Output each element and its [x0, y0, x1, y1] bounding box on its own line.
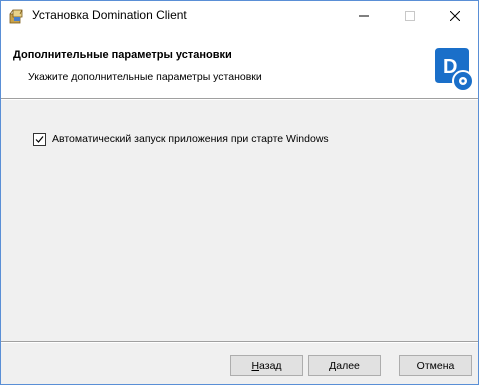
next-button[interactable]: Далее: [308, 355, 381, 376]
window-title: Установка Domination Client: [32, 8, 187, 22]
next-button-mnemonic: Д: [329, 359, 337, 372]
installer-window: Установка Domination Client Дополнительн…: [0, 0, 479, 385]
next-button-label: алее: [336, 359, 360, 372]
checkmark-icon: [35, 135, 44, 143]
header-band: [1, 32, 478, 98]
footer-divider: [1, 341, 478, 343]
installer-package-icon: [8, 8, 25, 25]
option-autostart[interactable]: Автоматический запуск приложения при ста…: [33, 131, 329, 147]
cancel-button-label: Отмена: [416, 359, 455, 372]
autostart-label[interactable]: Автоматический запуск приложения при ста…: [52, 133, 329, 145]
page-title: Дополнительные параметры установки: [13, 49, 232, 61]
close-icon: [449, 8, 461, 26]
minimize-icon: [359, 8, 369, 26]
cancel-button[interactable]: Отмена: [399, 355, 472, 376]
back-button[interactable]: Назад: [230, 355, 303, 376]
autostart-checkbox[interactable]: [33, 132, 46, 146]
maximize-button: [387, 1, 433, 32]
back-button-mnemonic: Н: [251, 359, 260, 372]
close-button[interactable]: [432, 1, 478, 32]
back-button-label: азад: [259, 359, 282, 372]
title-bar[interactable]: Установка Domination Client: [1, 1, 478, 32]
minimize-button[interactable]: [341, 1, 387, 32]
header-divider: [1, 98, 478, 100]
maximize-icon: [405, 8, 415, 26]
domination-client-logo-icon: D: [433, 45, 474, 93]
page-subtitle: Укажите дополнительные параметры установ…: [28, 71, 262, 83]
